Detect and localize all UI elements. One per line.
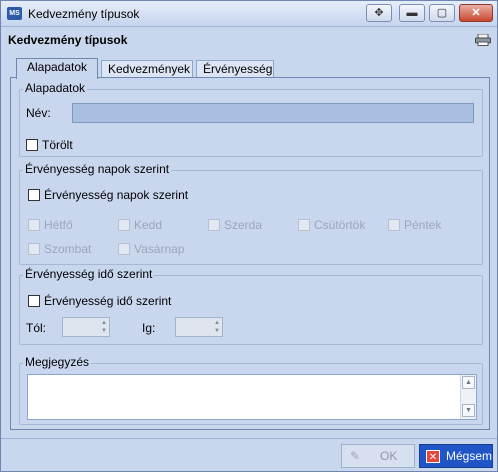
minimize-button[interactable]: ▬ [399,4,425,22]
window-title: Kedvezmény típusok [28,7,140,21]
day-checkbox-csutortok[interactable] [298,219,310,231]
scroll-up-icon[interactable]: ▲ [462,376,475,389]
scroll-down-icon[interactable]: ▼ [462,404,475,417]
days-validity-label: Érvényesség napok szerint [44,188,189,202]
app-icon: MS [7,7,22,20]
notes-textarea[interactable] [27,374,477,420]
button-bar: ✎ OK ✕ Mégsem [1,438,497,471]
move-window-button[interactable]: ✥ [366,4,392,22]
spin-down-icon[interactable]: ▼ [101,328,107,335]
day-checkbox-hetfo[interactable] [28,219,40,231]
day-label-szombat: Szombat [44,242,92,256]
notes-group: Megjegyzés ▲ ▼ [19,355,483,425]
basic-data-legend: Alapadatok [23,81,88,95]
notes-scrollbar[interactable]: ▲ ▼ [460,375,476,419]
tab-ervenyesseg[interactable]: Érvényesség [196,60,274,78]
day-checkbox-pentek[interactable] [388,219,400,231]
days-validity-legend: Érvényesség napok szerint [23,162,172,176]
tab-kedvezmenyek[interactable]: Kedvezmények [101,60,193,78]
day-label-kedd: Kedd [134,218,163,232]
day-label-vasarnap: Vasárnap [134,242,185,256]
basic-data-group: Alapadatok Név: Törölt [19,81,483,157]
day-checkbox-vasarnap[interactable] [118,243,130,255]
from-label: Tól: [26,321,47,335]
days-validity-group: Érvényesség napok szerint Érvényesség na… [19,162,483,265]
from-time-spinner[interactable]: ▲ ▼ [62,317,110,337]
tab-alapadatok[interactable]: Alapadatok [16,58,98,79]
deleted-label: Törölt [42,138,73,152]
cancel-icon: ✕ [426,450,440,463]
time-validity-group: Érvényesség idő szerint Érvényesség idő … [19,267,483,345]
tab-panel: Alapadatok Név: Törölt Érvényesség napok… [10,77,490,430]
time-validity-label: Érvényesség idő szerint [44,294,172,308]
name-field[interactable] [72,103,474,123]
close-button[interactable]: ✕ [459,4,493,22]
name-label: Név: [26,106,51,120]
to-time-spinner[interactable]: ▲ ▼ [175,317,223,337]
day-label-pentek: Péntek [404,218,442,232]
deleted-checkbox[interactable] [26,139,38,151]
cancel-button[interactable]: ✕ Mégsem [419,444,493,468]
day-label-szerda: Szerda [224,218,263,232]
day-checkbox-szombat[interactable] [28,243,40,255]
edit-icon: ✎ [349,449,361,463]
day-label-hetfo: Hétfő [44,218,73,232]
ok-button[interactable]: ✎ OK [341,444,415,468]
maximize-button[interactable]: ▢ [429,4,455,22]
ok-label: OK [380,449,398,463]
page-title: Kedvezmény típusok [8,33,128,47]
dialog-window: MS Kedvezmény típusok ✥ ▬ ▢ ✕ Kedvezmény… [0,0,498,472]
day-checkbox-szerda[interactable] [208,219,220,231]
title-bar[interactable]: MS Kedvezmény típusok ✥ ▬ ▢ ✕ [1,1,497,27]
time-validity-checkbox[interactable] [28,295,40,307]
spin-up-icon[interactable]: ▲ [101,320,107,327]
day-checkbox-kedd[interactable] [118,219,130,231]
printer-icon[interactable] [475,34,491,46]
time-validity-legend: Érvényesség idő szerint [23,267,155,281]
cancel-label: Mégsem [446,449,493,463]
spin-down-icon[interactable]: ▼ [214,328,220,335]
form-header: Kedvezmény típusok [1,28,497,52]
to-label: Ig: [142,321,156,335]
days-validity-checkbox[interactable] [28,189,40,201]
spin-up-icon[interactable]: ▲ [214,320,220,327]
day-label-csutortok: Csütörtök [314,218,366,232]
notes-legend: Megjegyzés [23,355,92,369]
